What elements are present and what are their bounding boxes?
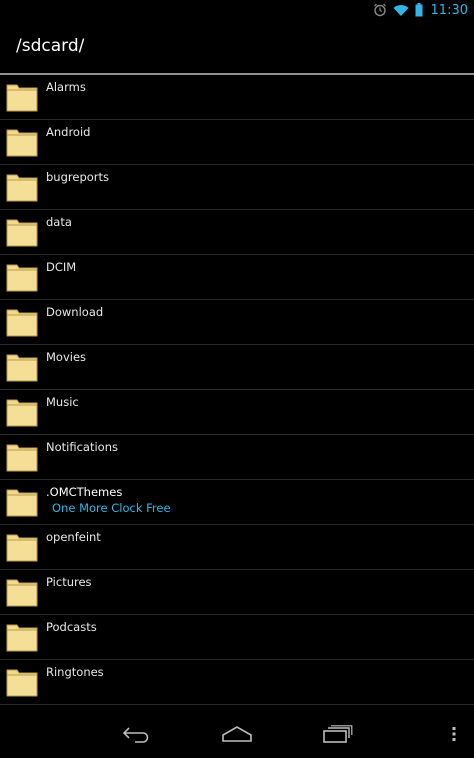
item-name: Android [46,125,91,139]
item-name: data [46,215,72,229]
list-item-openfeint[interactable]: openfeint [0,525,474,570]
folder-icon [6,352,38,382]
item-name: openfeint [46,530,101,544]
item-name: Pictures [46,575,92,589]
folder-icon [6,487,38,517]
wifi-icon [393,4,409,17]
list-item-movies[interactable]: Movies [0,345,474,390]
folder-icon [6,532,38,562]
folder-icon [6,397,38,427]
home-button[interactable] [217,722,257,750]
item-name: Alarms [46,80,86,94]
folder-icon [6,577,38,607]
folder-icon [6,217,38,247]
list-item-omcthemes[interactable]: .OMCThemes One More Clock Free [0,480,474,525]
folder-icon [6,307,38,337]
navigation-bar [0,714,474,758]
item-name: Music [46,395,79,409]
item-name: Ringtones [46,665,104,679]
back-button[interactable] [116,722,156,750]
item-name: Notifications [46,440,118,454]
list-item-data[interactable]: data [0,210,474,255]
recent-apps-button[interactable] [318,722,358,750]
item-name: Download [46,305,104,319]
item-name: bugreports [46,170,110,184]
folder-icon [6,127,38,157]
screen: 11:30 /sdcard/ Alarms Android bugreports… [0,0,474,758]
overflow-menu-button[interactable] [444,722,464,750]
folder-icon [6,172,38,202]
item-subtitle: One More Clock Free [52,501,171,515]
folder-icon [6,667,38,697]
recent-apps-icon [323,725,353,747]
list-item-music[interactable]: Music [0,390,474,435]
overflow-menu-icon [451,726,457,746]
folder-icon [6,442,38,472]
status-bar: 11:30 [0,0,474,20]
item-name: Podcasts [46,620,97,634]
list-item-bugreports[interactable]: bugreports [0,165,474,210]
status-time: 11:30 [430,2,468,18]
page-title: /sdcard/ [16,36,85,56]
battery-icon [415,3,423,17]
title-bar: /sdcard/ [0,20,474,72]
folder-icon [6,622,38,652]
back-icon [121,725,151,747]
folder-icon [6,262,38,292]
list-item-pictures[interactable]: Pictures [0,570,474,615]
list-item-ringtones[interactable]: Ringtones [0,660,474,705]
status-icons: 11:30 [373,0,468,20]
item-name: DCIM [46,260,77,274]
list-item-dcim[interactable]: DCIM [0,255,474,300]
item-name: Movies [46,350,87,364]
home-icon [222,726,252,746]
alarm-icon [373,3,387,17]
list-item-podcasts[interactable]: Podcasts [0,615,474,660]
list-item-notifications[interactable]: Notifications [0,435,474,480]
folder-icon [6,82,38,112]
list-item-android[interactable]: Android [0,120,474,165]
list-item-alarms[interactable]: Alarms [0,75,474,120]
file-list: Alarms Android bugreports data DCIM Down… [0,75,474,705]
list-item-download[interactable]: Download [0,300,474,345]
item-name: .OMCThemes [46,485,123,499]
